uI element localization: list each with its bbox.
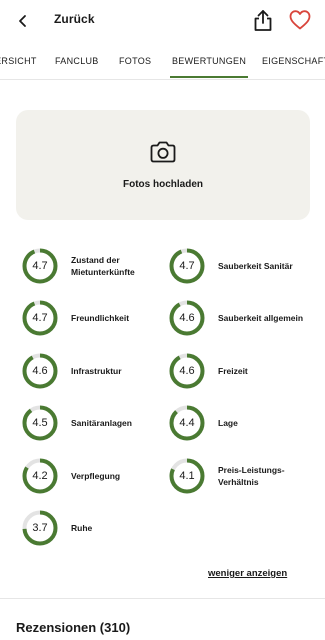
top-bar: Zurück [0,0,325,42]
rating-value: 4.7 [32,312,48,324]
rating-label: Sanitäranlagen [71,418,132,428]
rating-value: 4.6 [179,365,195,377]
tab-overview[interactable]: ÜBERSICHT [0,56,37,66]
rating-ring: 4.6 [169,300,205,336]
rating-ring: 4.6 [169,353,205,389]
rating-value: 4.7 [179,260,195,272]
tab-eigenschaften[interactable]: EIGENSCHAFTEN [262,56,325,66]
tab-fotos[interactable]: FOTOS [119,56,151,66]
rating-value: 4.6 [179,312,195,324]
rating-value: 4.1 [179,470,195,482]
rating-item: 4.7 Zustand der Mietunterkünfte [22,248,172,288]
rating-label: Freizeit [218,366,248,376]
rating-ring: 4.7 [22,248,58,284]
rating-label: Freundlichkeit [71,313,130,323]
rating-item: 4.6 Infrastruktur [22,353,172,393]
rating-label: Infrastruktur [71,366,122,376]
reviews-heading: Rezensionen (310) [16,620,131,635]
rating-item: 4.4 Lage [169,405,319,445]
rating-item: 4.6 Freizeit [169,353,319,393]
rating-label: Verpflegung [71,471,121,481]
tab-bar: ÜBERSICHT FANCLUB FOTOS BEWERTUNGEN EIGE… [0,42,325,80]
photo-upload-button[interactable]: Fotos hochladen [16,110,310,220]
rating-value: 4.7 [32,260,48,272]
rating-value: 4.6 [32,365,48,377]
rating-ring: 4.7 [22,300,58,336]
rating-label: Lage [218,418,238,428]
rating-item: 4.5 Sanitäranlagen [22,405,172,445]
rating-ring: 4.6 [22,353,58,389]
rating-item: 3.7 Ruhe [22,510,172,550]
rating-ring: 4.5 [22,405,58,441]
tab-fanclub[interactable]: FANCLUB [55,56,99,66]
rating-ring: 4.2 [22,458,58,494]
rating-item: 4.7 Freundlichkeit [22,300,172,340]
rating-label: Zustand der Mietunterkünfte [71,255,135,277]
rating-value: 4.2 [32,470,48,482]
rating-item: 4.2 Verpflegung [22,458,172,498]
rating-label: Sauberkeit Sanitär [218,261,293,271]
upload-label: Fotos hochladen [123,179,203,190]
back-label[interactable]: Zurück [54,12,95,26]
rating-ring: 3.7 [22,510,58,546]
rating-value: 4.4 [179,417,195,429]
rating-label: Ruhe [71,523,93,533]
rating-item: 4.7 Sauberkeit Sanitär [169,248,319,288]
rating-value: 3.7 [32,522,48,534]
rating-label: Preis-Leistungs-Verhältnis [218,465,285,487]
show-less-link[interactable]: weniger anzeigen [208,568,287,579]
rating-item: 4.6 Sauberkeit allgemein [169,300,319,340]
rating-label: Sauberkeit allgemein [218,313,304,323]
rating-ring: 4.7 [169,248,205,284]
divider [0,598,325,599]
rating-ring: 4.1 [169,458,205,494]
heart-icon[interactable] [288,8,312,32]
rating-value: 4.5 [32,417,48,429]
rating-ring: 4.4 [169,405,205,441]
camera-icon [149,140,177,164]
tab-bewertungen[interactable]: BEWERTUNGEN [169,56,249,78]
share-icon[interactable] [252,8,274,32]
back-arrow-icon[interactable] [12,10,34,32]
rating-item: 4.1 Preis-Leistungs-Verhältnis [169,458,319,498]
